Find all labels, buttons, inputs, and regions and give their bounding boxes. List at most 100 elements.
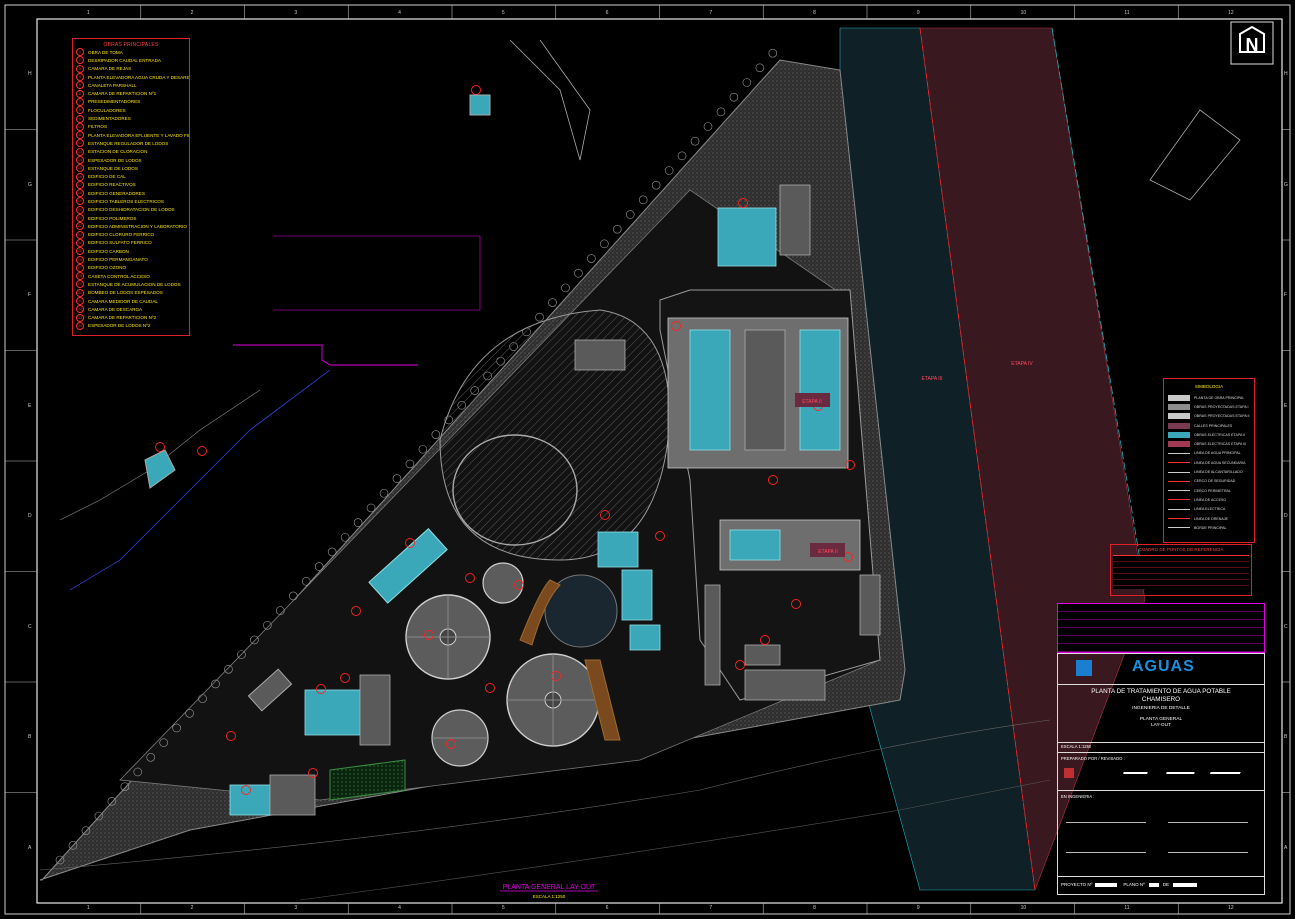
simbologia-list: PLANTA DE OBRA PRINCIPAL OBRAS PROYECTADA… [1164, 393, 1254, 532]
grid-row-label: C [1284, 623, 1288, 630]
building-filters-teal-1 [689, 329, 731, 451]
legend-number-icon: 22 [76, 222, 84, 231]
simbologia-label: LINEA DE DRENAJE [1194, 516, 1228, 521]
clarifier-2 [506, 653, 600, 747]
legend-item: 7 PRESEDIMENTADORES [73, 97, 189, 106]
tree-icon [768, 48, 778, 58]
phase-name: INGENIERIA DE DETALLE [1132, 706, 1190, 711]
simbologia-label: CALLES PRINCIPALES [1194, 423, 1233, 428]
legend-number-icon: 13 [76, 147, 84, 156]
building-generators [229, 784, 271, 816]
simbologia-item: CALLES PRINCIPALES [1164, 421, 1254, 430]
legend-item: 15 ESTANQUE DE LODOS [73, 164, 189, 173]
grid-row-label: G [28, 181, 32, 188]
referencias-title: CUADRO DE PUNTOS DE REFERENCIA [1138, 547, 1224, 552]
legend-item-label: OBRA DE TOMA [88, 49, 123, 55]
legend-obras: OBRAS PRINCIPALES 1 OBRA DE TOMA 2 DESRIPAD… [72, 38, 190, 336]
legend-item-label: BOMBEO DE LODOS ESPESADOS [88, 290, 163, 296]
building-small-3 [744, 669, 826, 701]
grid-row-label: F [28, 292, 32, 299]
legend-number-icon: 23 [76, 230, 84, 239]
signature-line-2 [1168, 822, 1248, 823]
legend-number-icon: 1 [76, 48, 84, 57]
legend-item-label: ESTANQUE DE LODOS [88, 165, 138, 171]
legend-item: 4 PLANTA ELEVADORA AGUA CRUDA Y DESARENAD… [73, 73, 189, 82]
tree-icon [574, 268, 583, 278]
legend-item-label: ESTACION DE CLORACION [88, 149, 148, 155]
simbologia-swatch [1168, 490, 1190, 492]
grid-row-label: D [1284, 513, 1288, 520]
simbologia-label: LINEA DE AGUA SECUNDARIA [1194, 460, 1246, 465]
de-value-box [1173, 882, 1197, 887]
intake-structure [144, 449, 176, 489]
legend-item: 2 DESRIPADOR CAUDAL ENTRADA [73, 56, 189, 65]
simbologia-swatch [1168, 527, 1190, 529]
reserve-area [439, 309, 671, 561]
legend-item-label: FILTROS [88, 124, 108, 130]
grid-col-label: 6 [605, 10, 609, 16]
simbologia-swatch [1168, 422, 1190, 429]
simbologia-swatch [1168, 452, 1190, 454]
ingenieria-text: EN INGENIERIA : [1061, 794, 1095, 799]
legend-item-label: PLANTA ELEVADORA AGUA CRUDA Y DESARENADO… [88, 74, 189, 80]
grid-col-label: 5 [501, 10, 505, 16]
legend-item-label: FLOCULADORES [88, 107, 126, 113]
upper-structure [469, 94, 491, 116]
building-filters-teal-2 [799, 329, 841, 451]
legend-item: 5 CANALETA PARSHALL [73, 81, 189, 90]
tree-icon [548, 298, 557, 307]
tree-icon [651, 180, 661, 190]
grid-row-label: B [28, 734, 32, 741]
simbologia-label: LINEA ELECTRICA [1194, 507, 1226, 512]
clarifier-3 [431, 709, 489, 767]
simbologia-label: LINEA DE ACCESO [1194, 497, 1227, 502]
thickener-1 [482, 562, 524, 604]
project-number-row: PROYECTO Nº PLANO Nº DE [1058, 876, 1264, 893]
grid-col-label: 12 [1228, 10, 1234, 16]
legend-item-label: EDIFICIO SULFATO FERRICO [88, 240, 152, 246]
grid-col-label: 1 [86, 905, 90, 911]
simbologia-swatch [1168, 471, 1190, 473]
tree-icon [561, 283, 570, 293]
plano-value-box [1148, 882, 1159, 887]
referencias-grid [1113, 555, 1249, 589]
grid-col-label: 12 [1228, 905, 1234, 911]
grid-row-label: H [28, 71, 32, 78]
grid-col-label: 1 [86, 10, 90, 16]
grid-col-label: 4 [398, 10, 401, 16]
legend-number-icon: 3 [76, 64, 84, 73]
legend-item-label: CASETA CONTROL ACCESO [88, 273, 150, 279]
legend-number-icon: 9 [76, 114, 84, 123]
legend-list: 1 OBRA DE TOMA 2 DESRIPADOR CAUDAL ENTRADA 3… [73, 48, 189, 330]
legend-item: 22 EDIFICIO ADMINISTRACION Y LABORATORIO [73, 222, 189, 231]
legend-item-label: PLANTA ELEVADORA EFLUENTE Y LAVADO FILTR… [88, 132, 189, 138]
legend-item-label: CAMARA DE REPARTICION Nº2 [88, 315, 157, 321]
simbologia-item: LINEA DE DRENAJE [1164, 514, 1254, 523]
simbologia-item: OBRAS ELECTRICAS ETAPA III [1164, 439, 1254, 448]
logo-icon [1076, 660, 1092, 676]
legend-item-label: EDIFICIO DESHIDRATACION DE LODOS [88, 207, 175, 213]
legend-item: 11 PLANTA ELEVADORA EFLUENTE Y LAVADO FIL… [73, 131, 189, 140]
legend-number-icon: 10 [76, 122, 84, 131]
legend-item: 9 SEDIMENTADORES [73, 114, 189, 123]
legend-item: 13 ESTACION DE CLORACION [73, 147, 189, 156]
ingenieria-row: EN INGENIERIA : [1058, 790, 1264, 877]
drawing-subname: LAY-OUT [1151, 723, 1171, 728]
tree-icon [716, 107, 726, 117]
legend-number-icon: 30 [76, 288, 84, 297]
simbologia-swatch [1168, 480, 1190, 482]
tree-icon [690, 136, 700, 146]
legend-item-label: EDIFICIO TABLEROS ELECTRICOS [88, 198, 164, 204]
approver-logo-icon [1064, 768, 1074, 778]
simbologia-item: CERCO PERIMETRAL [1164, 486, 1254, 495]
legend-number-icon: 16 [76, 172, 84, 181]
building-administration-teal [729, 529, 781, 561]
legend-item: 26 EDIFICIO PERMANGANATO [73, 255, 189, 264]
legend-item: 12 ESTANQUE REGULADOR DE LODOS [73, 139, 189, 148]
legend-item-label: ESTANQUE REGULADOR DE LODOS [88, 140, 169, 146]
grid-col-label: 9 [916, 10, 920, 16]
grid-col-label: 5 [501, 905, 505, 911]
building-small-1 [629, 624, 661, 651]
plano-label: PLANO Nº [1123, 882, 1145, 887]
grid-col-label: 9 [916, 905, 920, 911]
